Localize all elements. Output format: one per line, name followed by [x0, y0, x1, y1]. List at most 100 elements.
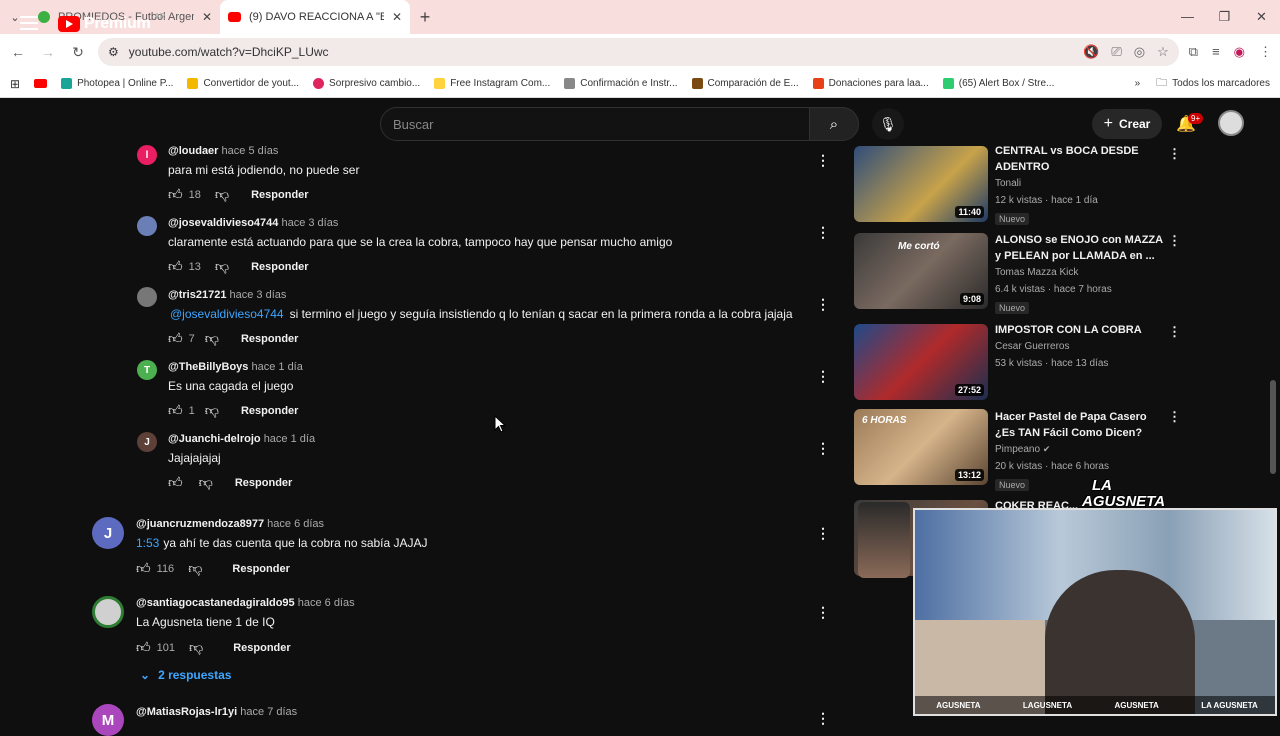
dislike-thumb-icon[interactable]: 👎︎: [215, 186, 229, 203]
video-title[interactable]: CENTRAL vs BOCA DESDE ADENTRO: [995, 143, 1167, 175]
comment-menu-icon[interactable]: ⋮: [816, 710, 830, 727]
comment-time[interactable]: hace 1 día: [251, 361, 302, 373]
like-thumb-icon[interactable]: 👍︎: [168, 258, 183, 275]
dislike-thumb-icon[interactable]: 👎︎: [215, 258, 229, 275]
browser-menu-icon[interactable]: ⋮: [1259, 44, 1272, 60]
all-bookmarks[interactable]: 🗀 Todos los marcadores: [1156, 74, 1270, 93]
bookmark-donaciones[interactable]: Donaciones para laa...: [812, 78, 929, 89]
like-thumb-icon[interactable]: 👍︎: [168, 186, 183, 203]
comment-time[interactable]: hace 6 días: [298, 597, 355, 609]
dislike-thumb-icon[interactable]: 👎︎: [188, 560, 202, 577]
forward-arrow-icon[interactable]: →: [38, 44, 58, 60]
youtube-premium-logo[interactable]: Premium AR: [58, 12, 166, 33]
voice-search-button[interactable]: 🎙: [872, 108, 904, 140]
comment-menu-icon[interactable]: ⋮: [816, 604, 830, 621]
more-bookmarks-icon[interactable]: »: [1135, 78, 1141, 89]
comment-time[interactable]: hace 6 días: [267, 518, 324, 530]
bookmark-sorpresivo[interactable]: Sorpresivo cambio...: [313, 78, 420, 89]
video-channel[interactable]: Pimpeano ✔: [995, 441, 1167, 458]
like-thumb-icon[interactable]: 👍︎: [168, 402, 183, 419]
page-scrollbar[interactable]: [1270, 380, 1276, 474]
comment-author[interactable]: @MatiasRojas-lr1yi: [136, 706, 237, 718]
reply-button[interactable]: Responder: [233, 642, 290, 654]
like-thumb-icon[interactable]: 👍︎: [168, 474, 183, 491]
reload-icon[interactable]: ↻: [68, 44, 88, 61]
avatar[interactable]: [137, 287, 157, 307]
avatar[interactable]: T: [137, 360, 157, 380]
video-channel[interactable]: Tomas Mazza Kick: [995, 264, 1167, 281]
comment-author[interactable]: @josevaldivieso4744: [168, 217, 278, 229]
close-tab-icon[interactable]: ✕: [202, 10, 212, 24]
bookmark-free-instagram[interactable]: Free Instagram Com...: [434, 78, 550, 89]
video-channel[interactable]: Cesar Guerreros: [995, 338, 1167, 355]
site-info-icon[interactable]: ⚙: [108, 45, 119, 59]
search-button[interactable]: ⌕: [809, 107, 859, 141]
recommended-video[interactable]: Me cortó 9:08 ALONSO se ENOJO con MAZZA y…: [854, 232, 1184, 314]
timestamp-link[interactable]: 1:53: [136, 536, 159, 550]
video-menu-icon[interactable]: ⋮: [1168, 146, 1181, 162]
recommended-video[interactable]: 27:52 IMPOSTOR CON LA COBRA Cesar Guerre…: [854, 324, 1184, 400]
reply-button[interactable]: Responder: [241, 405, 298, 417]
comment-time[interactable]: hace 7 días: [240, 706, 297, 718]
video-title[interactable]: Hacer Pastel de Papa Casero ¿Es TAN Fáci…: [995, 409, 1167, 441]
comment-menu-icon[interactable]: ⋮: [816, 152, 830, 169]
hamburger-menu-icon[interactable]: [20, 16, 38, 34]
cast-icon[interactable]: ⎚: [1111, 44, 1121, 60]
comment-author[interactable]: @Juanchi-delrojo: [168, 433, 261, 445]
comment-author[interactable]: @TheBillyBoys: [168, 361, 248, 373]
minimize-icon[interactable]: —: [1169, 9, 1206, 25]
comment-time[interactable]: hace 3 días: [230, 289, 287, 301]
comment-menu-icon[interactable]: ⋮: [816, 440, 830, 457]
comment-menu-icon[interactable]: ⋮: [816, 525, 830, 542]
like-thumb-icon[interactable]: 👍︎: [136, 560, 151, 577]
video-title[interactable]: ALONSO se ENOJO con MAZZA y PELEAN por L…: [995, 232, 1167, 264]
close-tab-icon[interactable]: ✕: [392, 10, 402, 24]
reply-button[interactable]: Responder: [251, 189, 308, 201]
recommended-video[interactable]: 6 HORAS 13:12 Hacer Pastel de Papa Casero…: [854, 409, 1184, 491]
tab-youtube-video[interactable]: (9) DAVO REACCIONA A "BROMA ✕: [220, 0, 410, 34]
avatar[interactable]: M: [92, 704, 124, 736]
reply-button[interactable]: Responder: [235, 477, 292, 489]
url-text[interactable]: youtube.com/watch?v=DhciKP_LUwc: [129, 45, 1073, 59]
comment-menu-icon[interactable]: ⋮: [816, 224, 830, 241]
media-controls-icon[interactable]: ≡: [1212, 44, 1220, 60]
new-tab-plus-icon[interactable]: +: [410, 7, 440, 28]
dislike-thumb-icon[interactable]: 👎︎: [205, 402, 219, 419]
apps-grid-icon[interactable]: ⊞: [10, 77, 20, 91]
bookmark-confirmacion[interactable]: Confirmación e Instr...: [564, 78, 678, 89]
video-thumbnail[interactable]: 11:40: [854, 146, 988, 222]
account-avatar[interactable]: [1218, 110, 1244, 136]
avatar[interactable]: J: [92, 517, 124, 549]
bookmark-star-icon[interactable]: ☆: [1157, 44, 1169, 60]
comment-author[interactable]: @tris21721: [168, 289, 226, 301]
reply-button[interactable]: Responder: [232, 563, 289, 575]
video-thumbnail[interactable]: 27:52: [854, 324, 988, 400]
like-thumb-icon[interactable]: 👍︎: [136, 639, 151, 656]
bookmark-comparacion[interactable]: Comparación de E...: [691, 78, 799, 89]
restore-icon[interactable]: ❐: [1206, 9, 1243, 25]
dislike-thumb-icon[interactable]: 👎︎: [199, 474, 213, 491]
video-menu-icon[interactable]: ⋮: [1168, 409, 1181, 425]
back-arrow-icon[interactable]: ←: [8, 44, 28, 60]
comment-author[interactable]: @loudaer: [168, 145, 218, 157]
mute-icon[interactable]: 🔇: [1083, 44, 1099, 60]
view-replies-button[interactable]: ⌄ 2 respuestas: [140, 668, 231, 682]
comment-time[interactable]: hace 3 días: [281, 217, 338, 229]
comment-author[interactable]: @juancruzmendoza8977: [136, 518, 264, 530]
video-menu-icon[interactable]: ⋮: [1168, 233, 1181, 249]
extensions-puzzle-icon[interactable]: ⧉: [1189, 44, 1198, 60]
avatar[interactable]: J: [137, 432, 157, 452]
dislike-thumb-icon[interactable]: 👎︎: [189, 639, 203, 656]
video-channel[interactable]: Tonali: [995, 175, 1167, 192]
avatar[interactable]: [92, 596, 124, 628]
create-button[interactable]: + Crear: [1092, 109, 1162, 139]
profile-icon[interactable]: ◉: [1234, 44, 1245, 60]
youtube-bookmark-icon[interactable]: [34, 79, 48, 88]
search-input[interactable]: Buscar: [380, 107, 810, 141]
eye-off-icon[interactable]: ◎: [1134, 44, 1145, 60]
bookmark-alert-box[interactable]: (65) Alert Box / Stre...: [942, 78, 1054, 89]
comment-menu-icon[interactable]: ⋮: [816, 368, 830, 385]
reply-button[interactable]: Responder: [251, 261, 308, 273]
video-title[interactable]: IMPOSTOR CON LA COBRA: [995, 322, 1167, 338]
comment-menu-icon[interactable]: ⋮: [816, 296, 830, 313]
